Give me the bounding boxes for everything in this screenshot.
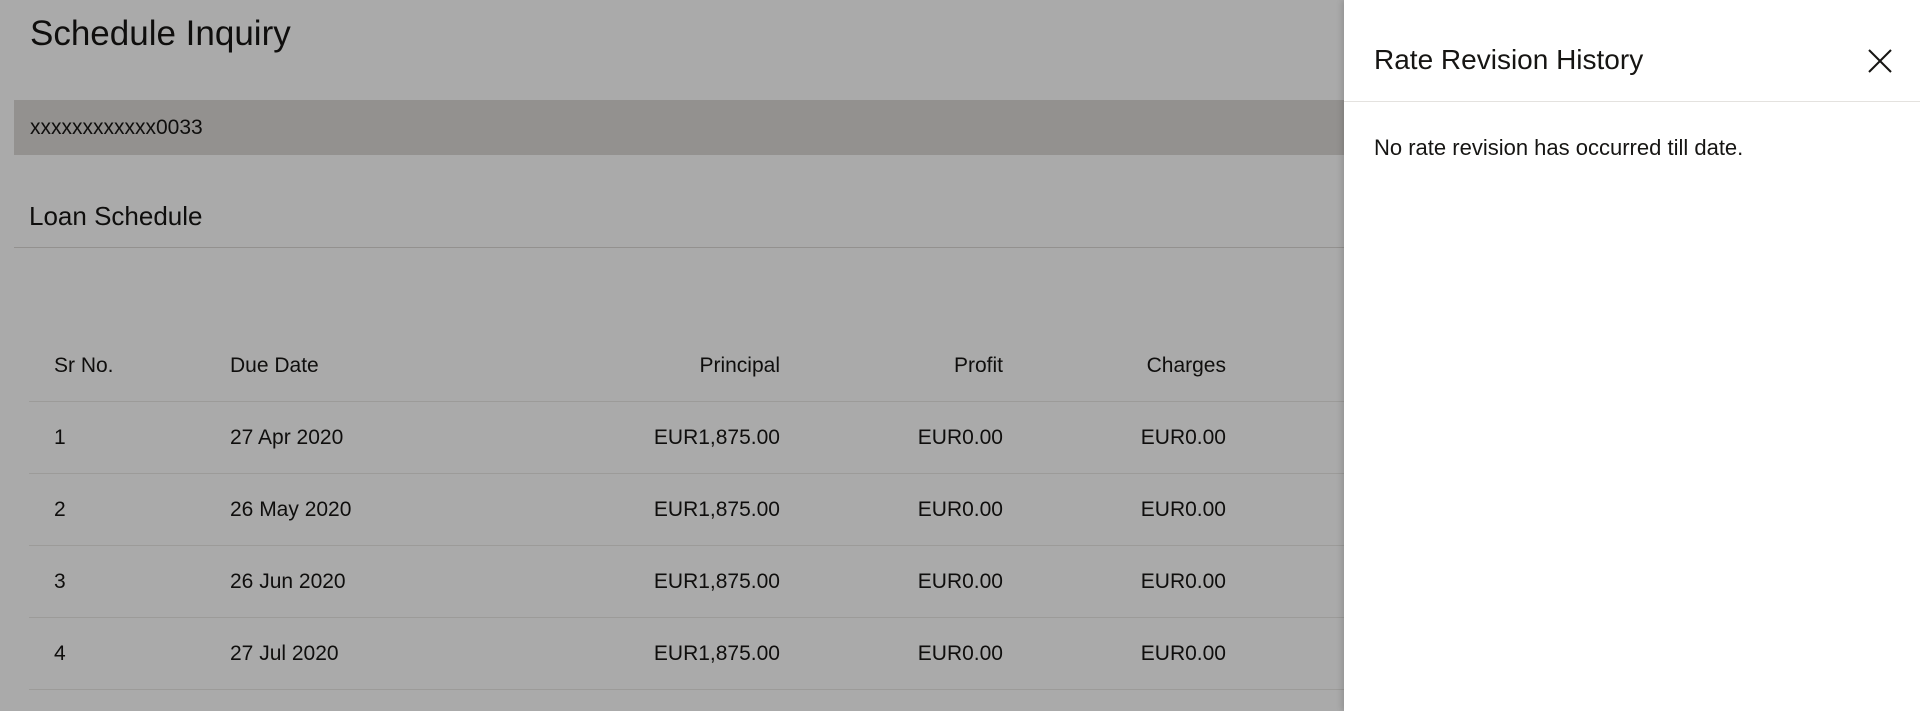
drawer-title: Rate Revision History (1374, 44, 1644, 75)
close-button[interactable] (1863, 44, 1897, 78)
rate-revision-history-drawer: Rate Revision History No rate revision h… (1344, 0, 1920, 711)
close-icon (1868, 49, 1892, 73)
no-revision-message: No rate revision has occurred till date. (1374, 135, 1744, 160)
drawer-header: Rate Revision History (1344, 0, 1920, 102)
modal-backdrop[interactable] (0, 0, 1344, 711)
